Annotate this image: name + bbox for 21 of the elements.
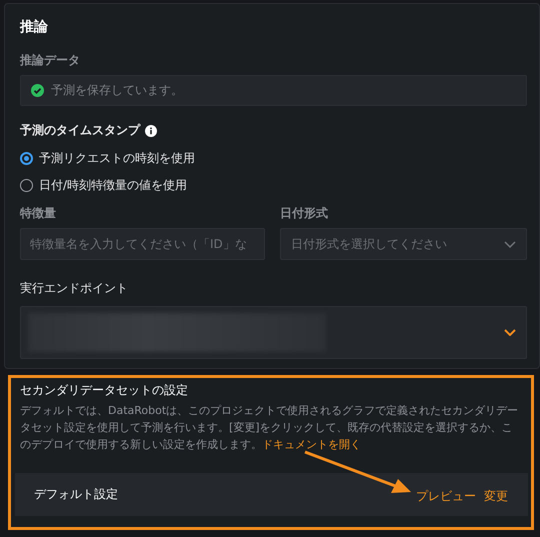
- status-text: 予測を保存しています。: [51, 82, 183, 99]
- field-label: 予測のタイムスタンプ: [20, 122, 140, 139]
- field-label: 特徴量: [20, 205, 56, 222]
- radio-label: 予測リクエストの時刻を使用: [39, 150, 195, 167]
- description-text: デフォルトでは、DataRobotは、このプロジェクトで使用されるグラフで定義されたセカンダリデータセット設定を使用して予測を行います。[変更]をクリックして、既存の代替設定を選択するか、このデプロイで使用する新しい設定を作成します。ドキュメントを開く: [20, 403, 520, 453]
- field-label: 推論データ: [20, 52, 80, 69]
- radio-button[interactable]: [20, 152, 33, 165]
- field-label: 日付形式: [280, 205, 328, 222]
- action-link[interactable]: 変更: [484, 488, 508, 504]
- section-title: セカンダリデータセットの設定: [20, 382, 189, 399]
- chevron-down-icon: [504, 240, 516, 248]
- documentation-link[interactable]: ドキュメントを開く: [262, 438, 361, 451]
- feature-input[interactable]: 特徴量名を入力してください（「ID」な: [20, 228, 265, 260]
- field-label: 実行エンドポイント: [20, 280, 128, 297]
- radio-label: 日付/時刻特徴量の値を使用: [39, 177, 188, 194]
- config-name: デフォルト設定: [34, 486, 118, 503]
- radio-button[interactable]: [20, 179, 33, 192]
- info-icon[interactable]: [145, 124, 157, 136]
- action-link[interactable]: プレビュー: [416, 488, 476, 504]
- section-title: 推論: [20, 18, 49, 37]
- chevron-down-icon: [504, 329, 516, 336]
